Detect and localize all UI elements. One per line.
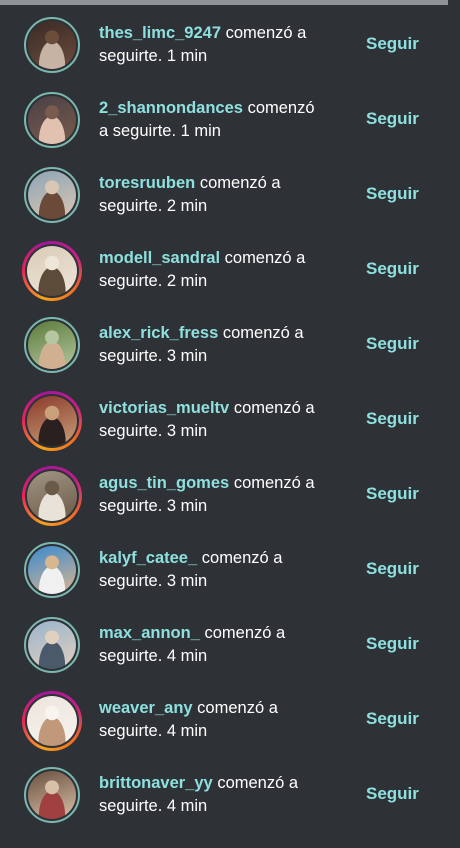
follow-button[interactable]: Seguir (366, 784, 419, 804)
notification-text: max_annon_ comenzó a seguirte. 4 min (99, 624, 286, 665)
list-item: weaver_any comenzó a seguirte. 4 min Seg… (0, 680, 460, 755)
username-link[interactable]: agus_tin_gomes (99, 474, 229, 492)
avatar[interactable] (24, 542, 80, 598)
notification-text: modell_sandral comenzó a seguirte. 2 min (99, 249, 306, 290)
avatar[interactable] (24, 167, 80, 223)
notification-text: kalyf_catee_ comenzó a seguirte. 3 min (99, 549, 283, 590)
notification-text: agus_tin_gomes comenzó a seguirte. 3 min (99, 474, 315, 515)
list-item: thes_limc_9247 comenzó a seguirte. 1 min… (0, 5, 460, 80)
username-link[interactable]: max_annon_ (99, 624, 200, 642)
notification-text: toresruuben comenzó a seguirte. 2 min (99, 174, 281, 215)
list-item: brittonaver_yy comenzó a seguirte. 4 min… (0, 755, 460, 830)
follow-button[interactable]: Seguir (366, 334, 419, 354)
list-item: victorias_mueltv comenzó a seguirte. 3 m… (0, 380, 460, 455)
follow-button[interactable]: Seguir (366, 34, 419, 54)
notification-text: thes_limc_9247 comenzó a seguirte. 1 min (99, 24, 307, 65)
list-item: 2_shannondances comenzó a seguirte. 1 mi… (0, 80, 460, 155)
avatar[interactable] (24, 617, 80, 673)
avatar[interactable] (24, 92, 80, 148)
username-link[interactable]: kalyf_catee_ (99, 549, 197, 567)
follow-button[interactable]: Seguir (366, 184, 419, 204)
notification-text: brittonaver_yy comenzó a seguirte. 4 min (99, 774, 299, 815)
follow-button[interactable]: Seguir (366, 559, 419, 579)
avatar[interactable] (24, 767, 80, 823)
username-link[interactable]: 2_shannondances (99, 99, 243, 117)
list-item: toresruuben comenzó a seguirte. 2 min Se… (0, 155, 460, 230)
list-item: alex_rick_fress comenzó a seguirte. 3 mi… (0, 305, 460, 380)
username-link[interactable]: alex_rick_fress (99, 324, 218, 342)
avatar-story-ring[interactable] (22, 691, 82, 751)
username-link[interactable]: weaver_any (99, 699, 193, 717)
list-item: modell_sandral comenzó a seguirte. 2 min… (0, 230, 460, 305)
avatar[interactable] (24, 317, 80, 373)
avatar-story-ring[interactable] (22, 466, 82, 526)
notification-text: weaver_any comenzó a seguirte. 4 min (99, 699, 278, 740)
avatar-story-ring[interactable] (22, 241, 82, 301)
username-link[interactable]: modell_sandral (99, 249, 220, 267)
follow-button[interactable]: Seguir (366, 259, 419, 279)
notification-text: alex_rick_fress comenzó a seguirte. 3 mi… (99, 324, 304, 365)
notification-text: 2_shannondances comenzó a seguirte. 1 mi… (99, 99, 315, 140)
avatar-story-ring[interactable] (22, 391, 82, 451)
username-link[interactable]: thes_limc_9247 (99, 24, 221, 42)
follow-button[interactable]: Seguir (366, 634, 419, 654)
list-item: agus_tin_gomes comenzó a seguirte. 3 min… (0, 455, 460, 530)
follow-button[interactable]: Seguir (366, 484, 419, 504)
follow-button[interactable]: Seguir (366, 409, 419, 429)
username-link[interactable]: brittonaver_yy (99, 774, 213, 792)
list-item: kalyf_catee_ comenzó a seguirte. 3 min S… (0, 530, 460, 605)
username-link[interactable]: victorias_mueltv (99, 399, 229, 417)
follow-button[interactable]: Seguir (366, 709, 419, 729)
notification-text: victorias_mueltv comenzó a seguirte. 3 m… (99, 399, 315, 440)
username-link[interactable]: toresruuben (99, 174, 195, 192)
follow-button[interactable]: Seguir (366, 109, 419, 129)
avatar[interactable] (24, 17, 80, 73)
list-item: max_annon_ comenzó a seguirte. 4 min Seg… (0, 605, 460, 680)
